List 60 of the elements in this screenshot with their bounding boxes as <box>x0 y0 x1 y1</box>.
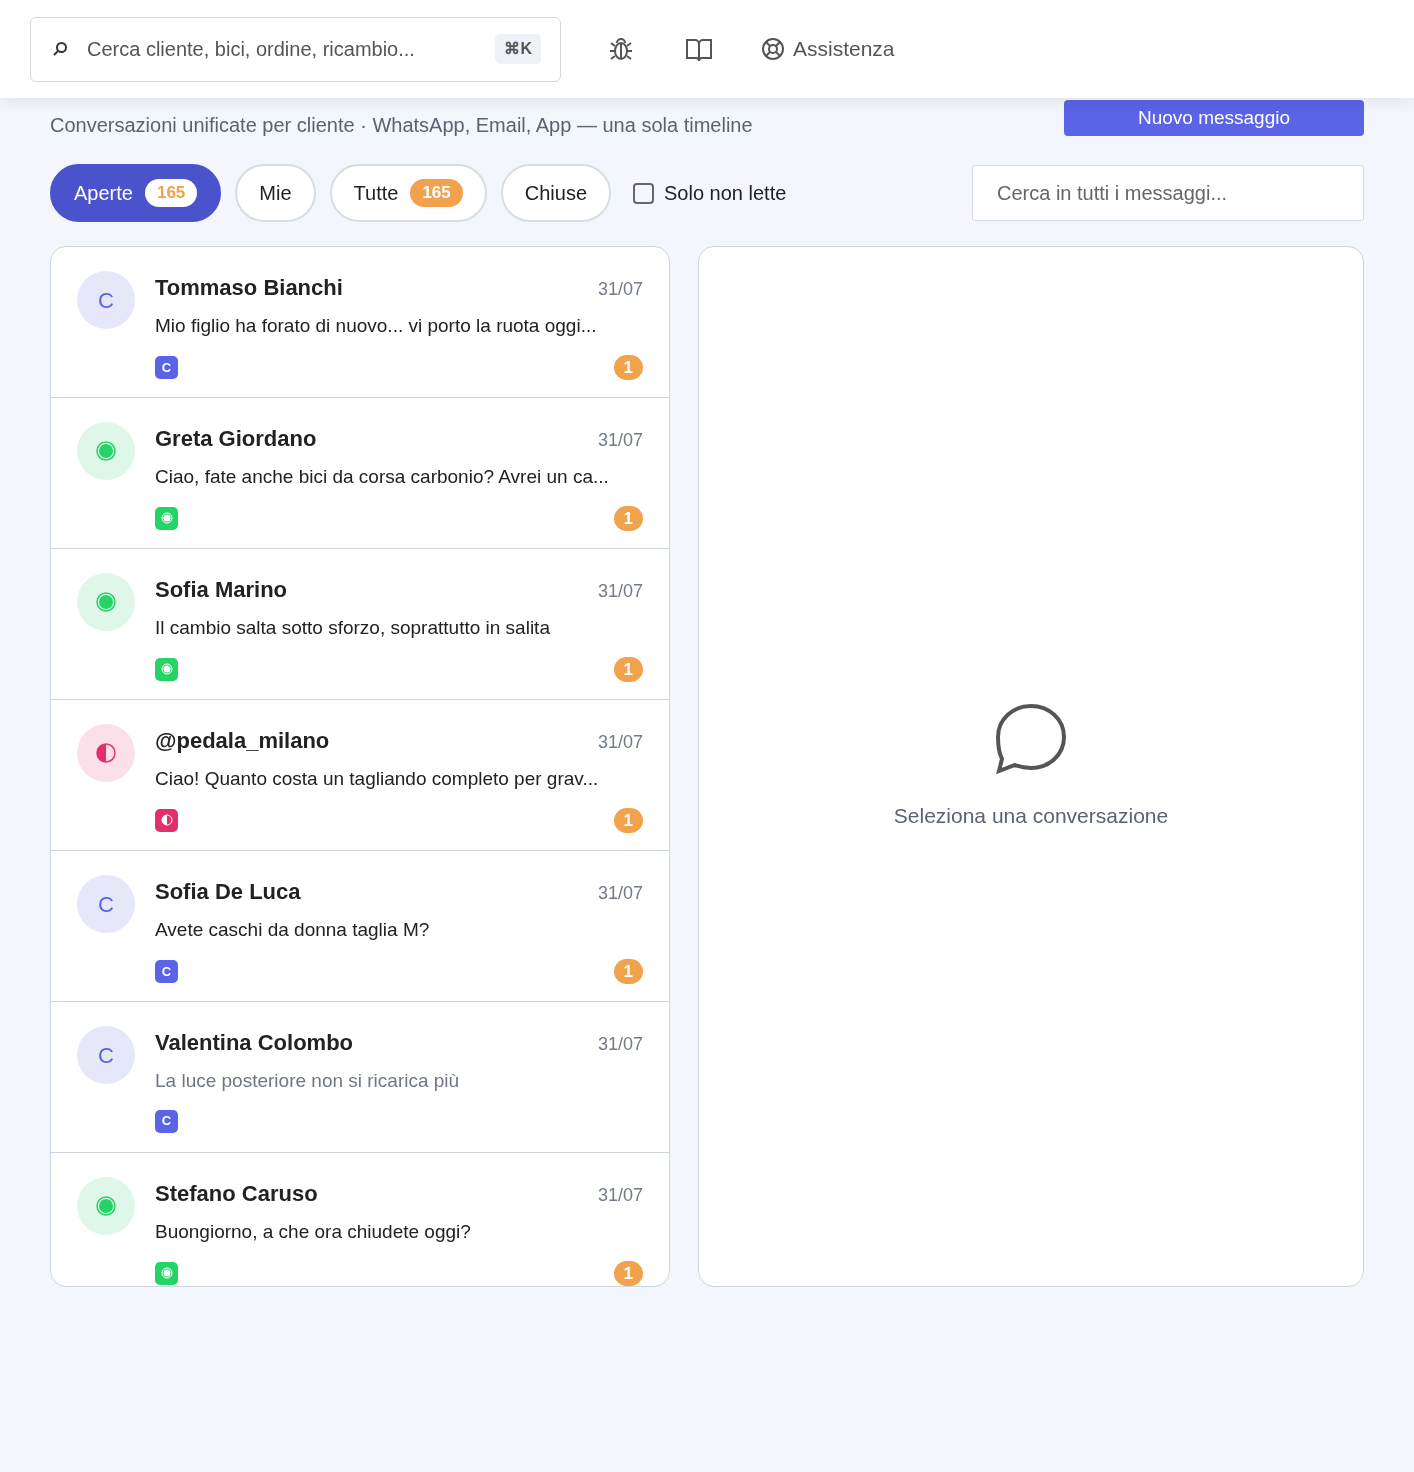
contact-name: Valentina Colombo <box>155 1029 354 1057</box>
search-icon <box>52 40 68 57</box>
conversation-item[interactable]: C Sofia De Luca 31/07 Avete caschi da donna taglia M? C 1 <box>51 851 669 1002</box>
checkbox[interactable] <box>633 182 655 204</box>
contact-name: Greta Giordano <box>155 425 317 453</box>
conversation-item[interactable]: Stefano Caruso 31/07 Buongiorno, a che ora chiudete oggi? 1 <box>51 1153 669 1286</box>
filter-tab[interactable]: Aperte 165 <box>50 164 222 222</box>
chat-bubble-icon <box>994 701 1068 776</box>
message-date: 31/07 <box>597 731 643 754</box>
channel-icon <box>155 808 178 832</box>
message-date: 31/07 <box>597 580 643 603</box>
empty-state-text: Seleziona una conversazione <box>893 802 1169 829</box>
contact-name: Tommaso Bianchi <box>155 274 343 302</box>
conversation-item[interactable]: @pedala_milano 31/07 Ciao! Quanto costa un tagliando completo per grav... 1 <box>51 700 669 851</box>
message-preview: Ciao, fate anche bici da corsa carbonio? Avrei un ca... <box>155 465 610 489</box>
channel-tag: C <box>155 355 178 379</box>
avatar: C <box>77 1026 135 1084</box>
message-date: 31/07 <box>597 1184 643 1207</box>
new-message-button[interactable]: Nuovo messaggio <box>1064 100 1364 136</box>
contact-name: @pedala_milano <box>155 727 330 755</box>
message-date: 31/07 <box>597 882 643 905</box>
message-date: 31/07 <box>597 278 643 301</box>
message-date: 31/07 <box>597 1033 643 1056</box>
conversation-item[interactable]: Greta Giordano 31/07 Ciao, fate anche bici da corsa carbonio? Avrei un ca... 1 <box>51 398 669 549</box>
checkbox-label[interactable]: Solo non lette <box>664 178 787 208</box>
unread-count: 1 <box>613 1260 643 1286</box>
filter-tab[interactable]: Mie <box>235 164 316 222</box>
unread-count: 1 <box>613 807 643 833</box>
unread-count: 1 <box>613 958 643 984</box>
shortcut-hint: ⌘K <box>495 33 541 64</box>
filter-tab[interactable]: Tutte 165 <box>329 164 487 222</box>
message-preview: Buongiorno, a che ora chiudete oggi? <box>155 1220 472 1244</box>
message-date: 31/07 <box>597 429 643 452</box>
unread-count: 1 <box>613 505 643 531</box>
conversation-item[interactable]: C Tommaso Bianchi 31/07 Mio figlio ha forato di nuovo... vi porto la ruota oggi... C 1 <box>51 247 669 398</box>
avatar: C <box>77 271 135 329</box>
channel-icon <box>155 506 178 530</box>
message-search-field[interactable]: Cerca in tutti i messaggi... <box>972 165 1364 221</box>
count-badge: 165 <box>410 179 463 207</box>
lifebuoy-icon <box>761 37 785 61</box>
help-button[interactable]: Assistenza <box>761 33 895 65</box>
message-preview: Il cambio salta sotto sforzo, soprattutto in salita <box>155 616 551 640</box>
contact-name: Stefano Caruso <box>155 1180 318 1208</box>
filter-tab[interactable]: Chiuse <box>500 164 612 222</box>
conversation-item[interactable]: C Valentina Colombo 31/07 La luce posteriore non si ricarica più C <box>51 1002 669 1153</box>
message-preview: La luce posteriore non si ricarica più <box>155 1069 461 1093</box>
message-preview: Ciao! Quanto costa un tagliando completo per grav... <box>155 767 600 791</box>
message-preview: Avete caschi da donna taglia M? <box>155 918 431 942</box>
channel-icon <box>155 657 178 681</box>
avatar: C <box>77 875 135 933</box>
unread-count: 1 <box>613 656 643 682</box>
contact-name: Sofia De Luca <box>155 878 301 906</box>
channel-tag: C <box>155 959 178 983</box>
page-subtitle: Conversazioni unificate per cliente · WhatsApp, Email, App — una sola timeline <box>50 113 753 138</box>
count-badge: 165 <box>144 179 198 207</box>
message-preview: Mio figlio ha forato di nuovo... vi porto la ruota oggi... <box>155 314 598 338</box>
channel-tag: C <box>155 1109 178 1133</box>
contact-name: Sofia Marino <box>155 576 287 604</box>
conversation-item[interactable]: Sofia Marino 31/07 Il cambio salta sotto sforzo, soprattutto in salita 1 <box>51 549 669 700</box>
unread-count: 1 <box>613 354 643 380</box>
